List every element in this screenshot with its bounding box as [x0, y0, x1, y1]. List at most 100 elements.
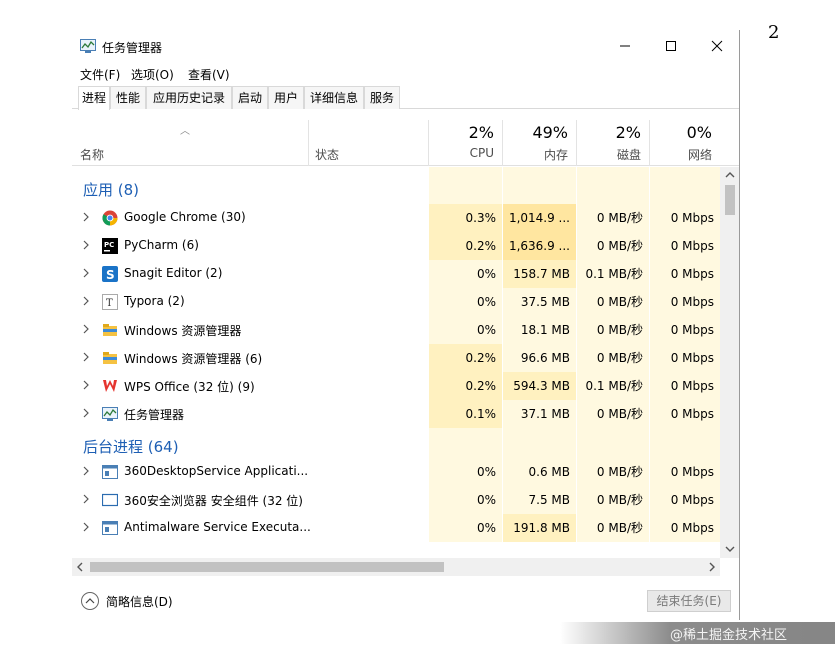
process-mem-value: 1,636.9 ... — [502, 232, 576, 260]
task-manager-window: 任务管理器 文件(F) 选项(O) 查看(V) 进程 性能 应用历史记录 启动 … — [72, 30, 740, 620]
snagit-icon: S — [102, 266, 118, 282]
maximize-button[interactable] — [648, 30, 694, 62]
group-title: 应用 (8) — [83, 181, 140, 199]
collapse-chevron-icon[interactable] — [81, 592, 99, 610]
process-row[interactable]: Google Chrome (30) 0.3% 1,014.9 ... 0 MB/秒 0… — [72, 204, 720, 232]
column-memory[interactable]: 49% 内存 — [502, 120, 576, 166]
tab-performance[interactable]: 性能 — [110, 86, 146, 109]
process-row[interactable]: 360安全浏览器 安全组件 (32 位) 0% 7.5 MB 0 MB/秒 0 Mbps — [72, 486, 720, 514]
expand-chevron-icon[interactable] — [82, 267, 90, 282]
expand-chevron-icon[interactable] — [82, 407, 90, 422]
scroll-right-icon[interactable] — [708, 562, 716, 572]
minimize-button[interactable] — [602, 30, 648, 62]
process-disk-value: 0 MB/秒 — [576, 344, 649, 372]
expand-chevron-icon[interactable] — [82, 211, 90, 226]
process-disk-value: 0 MB/秒 — [576, 204, 649, 232]
title-bar[interactable]: 任务管理器 — [72, 30, 739, 62]
process-row[interactable]: WPS Office (32 位) (9) 0.2% 594.3 MB 0.1 MB/… — [72, 372, 720, 400]
scroll-left-icon[interactable] — [76, 562, 84, 572]
process-net-value: 0 Mbps — [649, 204, 720, 232]
expand-chevron-icon[interactable] — [82, 379, 90, 394]
expand-chevron-icon[interactable] — [82, 521, 90, 536]
process-net-value: 0 Mbps — [649, 232, 720, 260]
service-icon — [102, 520, 118, 536]
process-cpu-value: 0% — [428, 458, 502, 486]
process-disk-value: 0.1 MB/秒 — [576, 260, 649, 288]
process-name: Google Chrome (30) — [124, 210, 246, 224]
process-row[interactable]: PC PyCharm (6) 0.2% 1,636.9 ... 0 MB/秒 0 Mbps — [72, 232, 720, 260]
column-status[interactable]: 状态 — [308, 120, 428, 166]
wps-icon — [102, 378, 118, 394]
process-mem-value: 18.1 MB — [502, 316, 576, 344]
menu-bar: 文件(F) 选项(O) 查看(V) — [72, 64, 739, 84]
process-name: Typora (2) — [124, 294, 185, 308]
process-row[interactable]: S Snagit Editor (2) 0% 158.7 MB 0.1 MB/秒 0 Mb… — [72, 260, 720, 288]
svg-text:T: T — [106, 298, 113, 309]
tab-bar: 进程 性能 应用历史记录 启动 用户 详细信息 服务 — [72, 86, 739, 110]
column-cpu[interactable]: 2% CPU — [428, 120, 502, 166]
column-network[interactable]: 0% 网络 — [649, 120, 720, 166]
horizontal-scrollbar[interactable] — [72, 558, 720, 576]
menu-options[interactable]: 选项(O) — [131, 66, 174, 83]
task-manager-icon — [102, 406, 118, 422]
process-mem-value: 96.6 MB — [502, 344, 576, 372]
process-row[interactable]: Windows 资源管理器 (6) 0.2% 96.6 MB 0 MB/秒 0 Mbps — [72, 344, 720, 372]
horizontal-scroll-thumb[interactable] — [90, 562, 444, 572]
column-name[interactable]: ︿ 名称 — [72, 120, 308, 166]
expand-chevron-icon[interactable] — [82, 239, 90, 254]
end-task-button[interactable]: 结束任务(E) — [647, 590, 731, 612]
process-row[interactable]: Antimalware Service Executa... 0% 191.8 MB… — [72, 514, 720, 542]
process-name: Windows 资源管理器 (6) — [124, 352, 263, 366]
tab-details[interactable]: 详细信息 — [304, 86, 364, 109]
folder-icon — [102, 322, 118, 338]
process-net-value: 0 Mbps — [649, 288, 720, 316]
expand-chevron-icon[interactable] — [82, 493, 90, 508]
tab-processes[interactable]: 进程 — [78, 86, 110, 110]
window-icon — [101, 492, 119, 508]
process-cpu-value: 0% — [428, 288, 502, 316]
process-disk-value: 0.1 MB/秒 — [576, 372, 649, 400]
vertical-scroll-thumb[interactable] — [725, 185, 735, 215]
process-net-value: 0 Mbps — [649, 260, 720, 288]
typora-icon: T — [102, 294, 118, 310]
process-cpu-value: 0% — [428, 486, 502, 514]
process-disk-value: 0 MB/秒 — [576, 400, 649, 428]
menu-view[interactable]: 查看(V) — [188, 66, 230, 83]
process-row[interactable]: 360DesktopService Applicati... 0% 0.6 MB 0 … — [72, 458, 720, 486]
process-net-value: 0 Mbps — [649, 372, 720, 400]
heat-cell-bg — [428, 167, 502, 204]
process-name: 360DesktopService Applicati... — [124, 464, 309, 478]
process-net-value: 0 Mbps — [649, 400, 720, 428]
process-cpu-value: 0% — [428, 514, 502, 542]
expand-chevron-icon[interactable] — [82, 351, 90, 366]
expand-chevron-icon[interactable] — [82, 465, 90, 480]
tab-services[interactable]: 服务 — [364, 86, 400, 109]
vertical-scrollbar[interactable] — [720, 167, 739, 558]
expand-chevron-icon[interactable] — [82, 323, 90, 338]
page-number: 2 — [768, 22, 780, 43]
close-button[interactable] — [694, 30, 739, 62]
process-row[interactable]: Windows 资源管理器 0% 18.1 MB 0 MB/秒 0 Mbps — [72, 316, 720, 344]
process-cpu-value: 0.2% — [428, 232, 502, 260]
task-manager-icon — [80, 39, 96, 53]
process-disk-value: 0 MB/秒 — [576, 458, 649, 486]
scroll-down-icon[interactable] — [725, 545, 735, 553]
process-disk-value: 0 MB/秒 — [576, 316, 649, 344]
expand-chevron-icon[interactable] — [82, 295, 90, 310]
process-cpu-value: 0.2% — [428, 344, 502, 372]
process-mem-value: 158.7 MB — [502, 260, 576, 288]
svg-text:PC: PC — [104, 241, 114, 249]
process-disk-value: 0 MB/秒 — [576, 288, 649, 316]
process-name: 360安全浏览器 安全组件 (32 位) — [124, 494, 303, 508]
tab-startup[interactable]: 启动 — [232, 86, 268, 109]
menu-file[interactable]: 文件(F) — [80, 66, 120, 83]
tab-app-history[interactable]: 应用历史记录 — [146, 86, 232, 109]
process-name: WPS Office (32 位) (9) — [124, 380, 255, 394]
tab-users[interactable]: 用户 — [268, 86, 304, 109]
process-row[interactable]: T Typora (2) 0% 37.5 MB 0 MB/秒 0 Mbps — [72, 288, 720, 316]
brief-info-link[interactable]: 简略信息(D) — [106, 593, 173, 610]
column-disk[interactable]: 2% 磁盘 — [576, 120, 649, 166]
close-icon — [711, 40, 723, 52]
process-row[interactable]: 任务管理器 0.1% 37.1 MB 0 MB/秒 0 Mbps — [72, 400, 720, 428]
scroll-up-icon[interactable] — [725, 171, 735, 179]
